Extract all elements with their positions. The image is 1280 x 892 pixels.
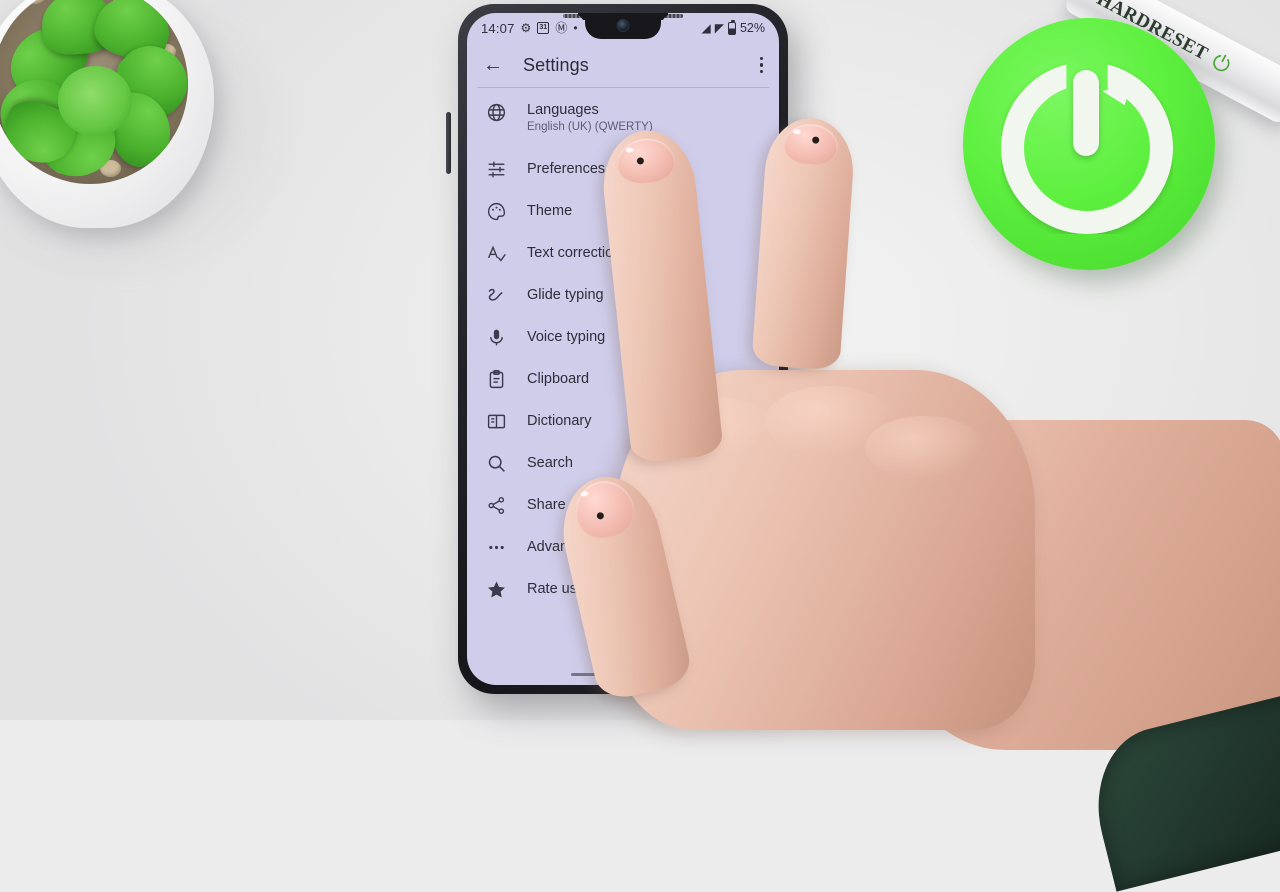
status-time: 14:07 xyxy=(481,20,515,36)
app-toolbar: ← Settings xyxy=(467,43,779,87)
overflow-menu-icon[interactable] xyxy=(759,57,763,73)
calendar-icon: 31 xyxy=(537,22,550,34)
status-bar-left: 14:07 ⚙ 31 Ⓜ • xyxy=(481,21,578,36)
globe-icon xyxy=(485,101,507,123)
list-item-label: Languages xyxy=(527,102,599,118)
volume-button[interactable] xyxy=(446,112,451,174)
battery-icon xyxy=(727,19,736,35)
dictionary-icon xyxy=(485,410,507,432)
index-finger xyxy=(598,126,724,464)
back-arrow-icon[interactable]: ← xyxy=(483,55,503,75)
sliders-icon xyxy=(485,158,507,180)
signal-icon: ◤ xyxy=(714,21,724,35)
star-icon xyxy=(485,578,507,600)
share-icon xyxy=(485,494,507,516)
more-horiz-icon xyxy=(485,536,507,558)
gear-icon: ⚙ xyxy=(520,21,532,35)
succulent-core xyxy=(58,66,132,136)
succulent-plant xyxy=(0,0,246,276)
spellcheck-icon xyxy=(485,242,507,264)
clipboard-icon xyxy=(485,368,507,390)
gmail-icon: Ⓜ xyxy=(555,21,568,35)
wifi-icon: ◢ xyxy=(701,21,711,35)
glide-icon xyxy=(485,284,507,306)
front-camera-icon xyxy=(616,19,630,32)
scene-background: HARDRESET ⏻ 14:07 ⚙ 31 Ⓜ • ◢ ◤ 52% ← Set… xyxy=(0,0,1280,892)
middle-finger xyxy=(751,115,857,371)
human-hand xyxy=(551,115,1280,892)
pot-soil xyxy=(0,0,188,184)
page-title: Settings xyxy=(523,54,589,75)
battery-percent: 52% xyxy=(739,21,765,35)
palette-icon xyxy=(485,200,507,222)
status-bar-right: ◢ ◤ 52% xyxy=(701,19,765,35)
search-icon xyxy=(485,452,507,474)
microphone-icon xyxy=(485,326,507,348)
